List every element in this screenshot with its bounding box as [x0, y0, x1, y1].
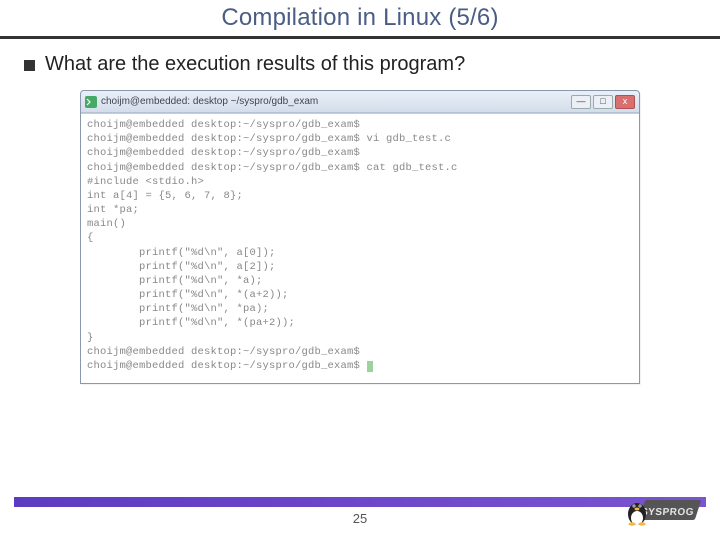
- terminal-title-text: choijm@embedded: desktop ~/syspro/gdb_ex…: [101, 96, 318, 107]
- titlebar-left: choijm@embedded: desktop ~/syspro/gdb_ex…: [85, 96, 318, 108]
- terminal-line: #include <stdio.h>: [87, 175, 633, 189]
- terminal-line: {: [87, 231, 633, 245]
- terminal-line: main(): [87, 217, 633, 231]
- minimize-button[interactable]: —: [571, 95, 591, 109]
- terminal-line: printf("%d\n", *pa);: [87, 302, 633, 316]
- title-area: Compilation in Linux (5/6): [0, 0, 720, 32]
- footer-strip: [14, 497, 706, 507]
- bullet-text: What are the execution results of this p…: [45, 53, 465, 76]
- terminal-line: choijm@embedded desktop:~/syspro/gdb_exa…: [87, 345, 633, 359]
- slide-title: Compilation in Linux (5/6): [0, 4, 720, 32]
- close-button[interactable]: x: [615, 95, 635, 109]
- window-buttons: — □ x: [571, 95, 635, 109]
- terminal-icon: [85, 96, 97, 108]
- terminal-line: }: [87, 331, 633, 345]
- page-number: 25: [0, 511, 720, 526]
- slide-body: What are the execution results of this p…: [0, 39, 720, 384]
- terminal-line-text: choijm@embedded desktop:~/syspro/gdb_exa…: [87, 360, 367, 372]
- tux-icon: [624, 496, 650, 526]
- terminal-line: printf("%d\n", a[2]);: [87, 260, 633, 274]
- square-bullet-icon: [24, 60, 35, 71]
- terminal-line: choijm@embedded desktop:~/syspro/gdb_exa…: [87, 118, 633, 132]
- terminal-line: printf("%d\n", *a);: [87, 274, 633, 288]
- terminal-line: choijm@embedded desktop:~/syspro/gdb_exa…: [87, 132, 633, 146]
- slide: Compilation in Linux (5/6) What are the …: [0, 0, 720, 540]
- terminal-line: int a[4] = {5, 6, 7, 8};: [87, 189, 633, 203]
- terminal-line: printf("%d\n", *(pa+2));: [87, 316, 633, 330]
- terminal-line: choijm@embedded desktop:~/syspro/gdb_exa…: [87, 161, 633, 175]
- terminal-line: choijm@embedded desktop:~/syspro/gdb_exa…: [87, 146, 633, 160]
- terminal-line: int *pa;: [87, 203, 633, 217]
- terminal-titlebar: choijm@embedded: desktop ~/syspro/gdb_ex…: [81, 91, 639, 113]
- terminal-line: printf("%d\n", a[0]);: [87, 246, 633, 260]
- terminal-body: choijm@embedded desktop:~/syspro/gdb_exa…: [81, 113, 639, 383]
- bullet-row: What are the execution results of this p…: [24, 53, 696, 76]
- slide-footer: 25: [0, 497, 720, 526]
- terminal-line: printf("%d\n", *(a+2));: [87, 288, 633, 302]
- cursor-icon: [367, 361, 373, 372]
- terminal-line: choijm@embedded desktop:~/syspro/gdb_exa…: [87, 359, 633, 373]
- maximize-button[interactable]: □: [593, 95, 613, 109]
- terminal-window: choijm@embedded: desktop ~/syspro/gdb_ex…: [80, 90, 640, 384]
- sysprog-logo: SYSPROG: [624, 492, 698, 526]
